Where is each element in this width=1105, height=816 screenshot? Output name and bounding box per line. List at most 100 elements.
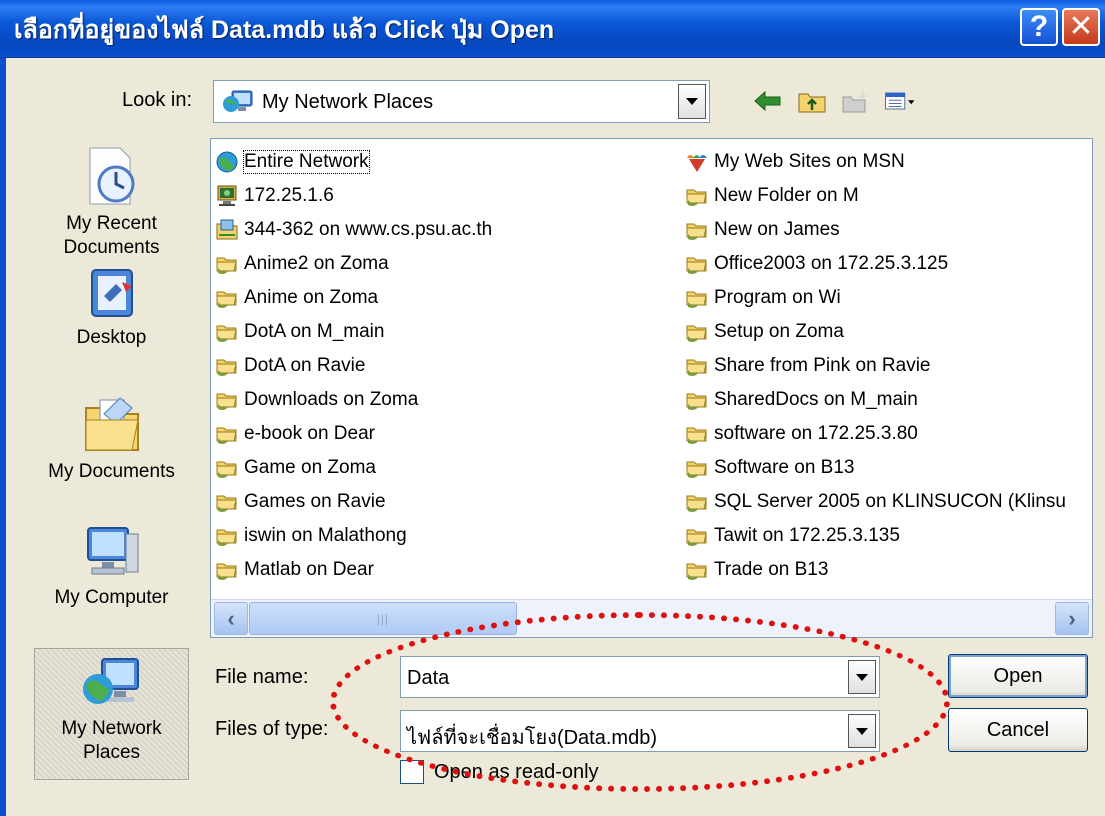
help-button[interactable]: ? <box>1020 8 1058 46</box>
title-bar: เลือกที่อยู่ของไฟล์ Data.mdb แล้ว Click … <box>0 0 1105 58</box>
places-my-documents-label: My Documents <box>48 461 175 482</box>
file-list-item[interactable]: New on James <box>685 213 1092 247</box>
my-documents-icon <box>84 397 139 451</box>
places-my-documents[interactable]: My Documents <box>34 394 189 484</box>
file-list-item-label: New Folder on M <box>714 185 859 206</box>
places-recent-documents[interactable]: My Recent Documents <box>34 144 189 260</box>
horizontal-scrollbar[interactable]: ‹ ||| › <box>211 599 1092 637</box>
network-share-icon <box>686 291 707 308</box>
chevron-down-icon[interactable] <box>678 84 706 119</box>
file-list-item[interactable]: DotA on M_main <box>215 315 675 349</box>
file-list-item-label: Setup on Zoma <box>714 321 844 342</box>
read-only-option[interactable]: Open as read-only <box>400 760 599 784</box>
file-list-item-label: Downloads on Zoma <box>244 389 419 410</box>
file-list-item[interactable]: Trade on B13 <box>685 553 1092 587</box>
file-list-item[interactable]: DotA on Ravie <box>215 349 675 383</box>
desktop-icon <box>90 269 133 317</box>
places-desktop-label: Desktop <box>76 327 147 348</box>
file-list-item[interactable]: e-book on Dear <box>215 417 675 451</box>
file-name-input[interactable]: Data <box>400 656 880 698</box>
file-list-item-label: Anime2 on Zoma <box>244 253 389 274</box>
file-list-item-label: Anime on Zoma <box>244 287 379 308</box>
up-folder-icon[interactable] <box>796 86 828 116</box>
file-list-item[interactable]: Program on Wi <box>685 281 1092 315</box>
network-share-icon <box>216 427 237 444</box>
file-list-column-2: My Web Sites on MSN New Folder on M New on… <box>685 145 1092 587</box>
open-button[interactable]: Open <box>948 654 1088 698</box>
file-list-item-label: e-book on Dear <box>244 423 375 444</box>
globe-icon <box>216 151 238 173</box>
msn-icon <box>687 155 707 172</box>
file-list-item[interactable]: Anime on Zoma <box>215 281 675 315</box>
file-list-item-label: software on 172.25.3.80 <box>714 423 918 444</box>
file-list-item[interactable]: Software on B13 <box>685 451 1092 485</box>
view-menu-icon[interactable] <box>884 86 916 116</box>
scroll-right-arrow-icon[interactable]: › <box>1055 602 1089 635</box>
file-list-item[interactable]: Game on Zoma <box>215 451 675 485</box>
places-desktop[interactable]: Desktop <box>34 266 189 350</box>
network-places-icon <box>223 90 253 112</box>
file-list-item[interactable]: iswin on Malathong <box>215 519 675 553</box>
file-list-item[interactable]: Anime2 on Zoma <box>215 247 675 281</box>
network-share-icon <box>686 461 707 478</box>
file-list-item-label: Share from Pink on Ravie <box>714 355 931 376</box>
file-list-item[interactable]: Games on Ravie <box>215 485 675 519</box>
file-list-item[interactable]: Downloads on Zoma <box>215 383 675 417</box>
file-list-item[interactable]: 344-362 on www.cs.psu.ac.th <box>215 213 675 247</box>
my-computer-icon <box>86 527 138 575</box>
recent-documents-icon <box>89 147 134 205</box>
window-frame <box>0 58 6 816</box>
file-list-item[interactable]: SharedDocs on M_main <box>685 383 1092 417</box>
file-name-label: File name: <box>215 666 309 688</box>
chevron-down-icon[interactable] <box>848 660 876 694</box>
network-share-icon <box>216 529 237 546</box>
read-only-checkbox[interactable] <box>400 760 424 784</box>
file-list-item[interactable]: My Web Sites on MSN <box>685 145 1092 179</box>
close-button[interactable]: ✕ <box>1062 8 1100 46</box>
network-share-icon <box>216 291 237 308</box>
file-list-item-label: Game on Zoma <box>244 457 376 478</box>
file-list-item-label: 172.25.1.6 <box>244 185 334 206</box>
file-type-label: Files of type: <box>215 718 329 740</box>
network-share-icon <box>686 393 707 410</box>
look-in-value: My Network Places <box>262 91 434 113</box>
file-list-item[interactable]: Share from Pink on Ravie <box>685 349 1092 383</box>
look-in-dropdown[interactable]: My Network Places <box>213 80 710 123</box>
ftp-icon <box>216 219 238 240</box>
file-list-item[interactable]: Office2003 on 172.25.3.125 <box>685 247 1092 281</box>
new-folder-icon[interactable] <box>840 86 872 116</box>
file-list[interactable]: Entire Network 172.25.1.6 344-362 on www.c… <box>210 138 1093 638</box>
file-list-item[interactable]: New Folder on M <box>685 179 1092 213</box>
network-share-icon <box>686 325 707 342</box>
file-list-item[interactable]: Matlab on Dear <box>215 553 675 587</box>
places-my-computer[interactable]: My Computer <box>34 522 189 610</box>
network-share-icon <box>686 563 707 580</box>
network-share-icon <box>216 495 237 512</box>
network-share-icon <box>686 529 707 546</box>
network-share-icon <box>686 495 707 512</box>
network-share-icon <box>686 223 707 240</box>
file-list-item[interactable]: Tawit on 172.25.3.135 <box>685 519 1092 553</box>
file-list-item-label: Entire Network <box>243 150 370 174</box>
file-list-item-label: Games on Ravie <box>244 491 386 512</box>
chevron-down-icon[interactable] <box>848 714 876 748</box>
file-list-item[interactable]: Setup on Zoma <box>685 315 1092 349</box>
scrollbar-thumb[interactable]: ||| <box>249 602 517 635</box>
network-share-icon <box>216 359 237 376</box>
file-list-item[interactable]: 172.25.1.6 <box>215 179 675 213</box>
cancel-button[interactable]: Cancel <box>948 708 1088 752</box>
read-only-label: Open as read-only <box>434 760 599 783</box>
file-list-item-label: Software on B13 <box>714 457 855 478</box>
back-arrow-icon[interactable] <box>752 86 784 116</box>
file-list-item-label: DotA on Ravie <box>244 355 366 376</box>
computer-icon <box>217 185 237 206</box>
file-list-item[interactable]: software on 172.25.3.80 <box>685 417 1092 451</box>
file-list-item[interactable]: Entire Network <box>215 145 675 179</box>
scroll-left-arrow-icon[interactable]: ‹ <box>214 602 248 635</box>
file-list-item[interactable]: SQL Server 2005 on KLINSUCON (Klinsu <box>685 485 1092 519</box>
file-type-dropdown[interactable]: ไฟล์ที่จะเชื่อมโยง(Data.mdb) <box>400 710 880 752</box>
places-my-network-places[interactable]: My Network Places <box>34 648 189 780</box>
file-list-item-label: Program on Wi <box>714 287 841 308</box>
file-list-item-label: SharedDocs on M_main <box>714 389 918 410</box>
file-list-item-label: My Web Sites on MSN <box>714 151 905 172</box>
